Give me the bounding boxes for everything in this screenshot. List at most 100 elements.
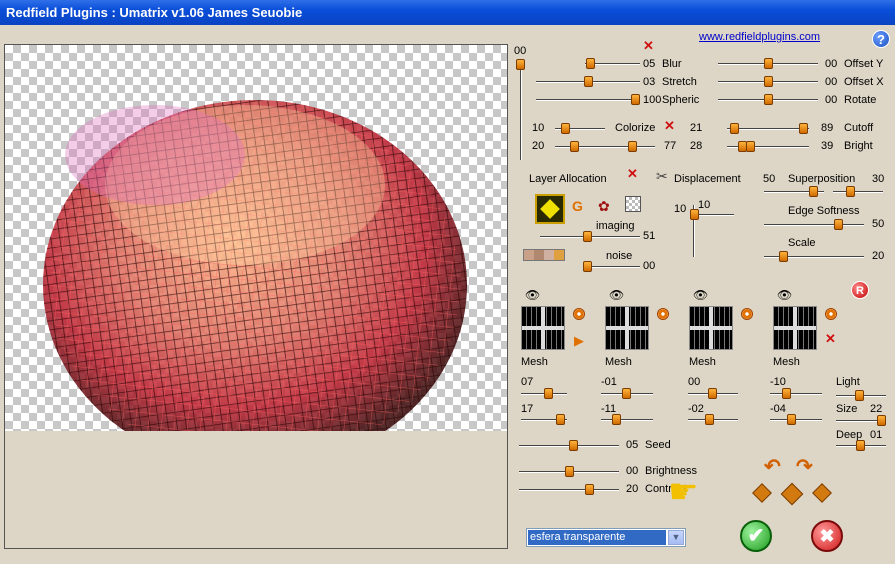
layer-pattern-icon[interactable] — [535, 194, 565, 224]
scale-label: Scale — [788, 237, 816, 249]
blur-label: Blur — [662, 58, 682, 70]
edge-softness-value: 50 — [872, 218, 885, 230]
bright-slider-thumb-2[interactable] — [746, 141, 755, 152]
colorize-top-slider-thumb[interactable] — [561, 123, 570, 134]
brightness-slider-thumb[interactable] — [565, 466, 574, 477]
mesh-slider-2-4-thumb[interactable] — [787, 414, 796, 425]
seed-label: Seed — [645, 439, 671, 451]
stretch-slider-thumb[interactable] — [584, 76, 593, 87]
offset-y-slider-thumb[interactable] — [764, 58, 773, 69]
colorize-bottom-slider-thumb-1[interactable] — [570, 141, 579, 152]
noise-slider-thumb[interactable] — [583, 261, 592, 272]
brightness-value: 00 — [626, 465, 639, 477]
mesh-value-2-3: -02 — [688, 403, 704, 415]
colorize-bottom-slider-thumb-2[interactable] — [628, 141, 637, 152]
mesh-option-icon-1[interactable] — [573, 308, 585, 320]
help-button[interactable]: ? — [872, 30, 890, 48]
stretch-label: Stretch — [662, 76, 697, 88]
stretch-value: 03 — [643, 76, 656, 88]
size-slider-thumb[interactable] — [877, 415, 886, 426]
spheric-slider-thumb[interactable] — [631, 94, 640, 105]
contrast-value: 20 — [626, 483, 639, 495]
visibility-eye-icon-3[interactable]: 👁 — [693, 288, 708, 302]
noise-swatch[interactable] — [523, 249, 565, 261]
mesh-option-icon-3[interactable] — [741, 308, 753, 320]
cancel-button[interactable]: ✖ — [811, 520, 843, 552]
visibility-eye-icon-4[interactable]: 👁 — [777, 288, 792, 302]
refresh-icon[interactable]: G — [572, 198, 583, 214]
mesh-option-icon-4[interactable] — [825, 308, 837, 320]
mesh-slider-2-3-thumb[interactable] — [705, 414, 714, 425]
reset-button[interactable]: R — [851, 281, 869, 299]
undo-arrow-icon[interactable]: ↶ — [764, 454, 781, 479]
rotate-slider-thumb[interactable] — [764, 94, 773, 105]
website-link[interactable]: www.redfieldplugins.com — [699, 31, 820, 43]
edge-softness-slider-track[interactable] — [764, 224, 864, 226]
contrast-slider-thumb[interactable] — [585, 484, 594, 495]
bright-value: 39 — [821, 140, 834, 152]
blur-slider-thumb[interactable] — [586, 58, 595, 69]
spheric-value: 100 — [643, 94, 662, 106]
spheric-slider-track[interactable] — [536, 99, 640, 101]
mesh-label-1: Mesh — [521, 356, 548, 368]
ok-button[interactable]: ✔ — [740, 520, 772, 552]
play-arrow-icon[interactable]: ▶ — [574, 333, 584, 349]
superposition-slider-left-thumb[interactable] — [809, 186, 818, 197]
sphere-preview-image — [43, 100, 467, 431]
visibility-eye-icon-2[interactable]: 👁 — [609, 288, 624, 302]
vertical-slider-thumb[interactable] — [516, 59, 525, 70]
offset-x-slider-thumb[interactable] — [764, 76, 773, 87]
mesh-slider-1-4-thumb[interactable] — [782, 388, 791, 399]
mesh-thumbnail-1[interactable] — [521, 306, 565, 350]
mesh-slider-1-1-thumb[interactable] — [544, 388, 553, 399]
scale-slider-thumb[interactable] — [779, 251, 788, 262]
flower-icon[interactable]: ✿ — [598, 198, 610, 215]
close-x-icon[interactable]: ✕ — [643, 38, 654, 54]
mesh-slider-2-2-thumb[interactable] — [612, 414, 621, 425]
mesh-slider-1-4-track[interactable] — [770, 393, 822, 395]
mesh-close-icon[interactable]: ✕ — [825, 331, 836, 347]
redo-arrow-icon[interactable]: ↷ — [796, 454, 813, 479]
displacement-thumb[interactable] — [690, 209, 699, 220]
mesh-thumbnail-4[interactable] — [773, 306, 817, 350]
mesh-option-icon-2[interactable] — [657, 308, 669, 320]
superposition-label: Superposition — [788, 173, 856, 185]
mesh-thumbnail-3[interactable] — [689, 306, 733, 350]
mesh-slider-2-4-track[interactable] — [770, 419, 822, 421]
light-slider-thumb[interactable] — [855, 390, 864, 401]
mesh-slider-2-2-track[interactable] — [601, 419, 653, 421]
mesh-slider-1-2-thumb[interactable] — [622, 388, 631, 399]
preset-dropdown[interactable]: esfera transparente ▼ — [526, 528, 686, 547]
mesh-label-3: Mesh — [689, 356, 716, 368]
vertical-slider-value: 00 — [514, 45, 527, 57]
cutoff-left-bottom-value: 28 — [690, 140, 703, 152]
preview-area[interactable] — [4, 44, 508, 549]
edge-softness-slider-thumb[interactable] — [834, 219, 843, 230]
chevron-down-icon[interactable]: ▼ — [668, 530, 684, 545]
vertical-slider-track[interactable] — [520, 62, 522, 160]
mesh-thumbnail-2[interactable] — [605, 306, 649, 350]
mesh-slider-2-1-thumb[interactable] — [556, 414, 565, 425]
rotate-label: Rotate — [844, 94, 877, 106]
cutoff-slider-thumb-1[interactable] — [730, 123, 739, 134]
superposition-slider-right-track[interactable] — [833, 191, 883, 193]
contrast-slider-track[interactable] — [519, 489, 619, 491]
imaging-slider-thumb[interactable] — [583, 231, 592, 242]
seed-slider-thumb[interactable] — [569, 440, 578, 451]
mesh-value-2-1: 17 — [521, 403, 534, 415]
mesh-label-4: Mesh — [773, 356, 800, 368]
cutoff-slider-thumb-2[interactable] — [799, 123, 808, 134]
mesh-slider-1-3-thumb[interactable] — [708, 388, 717, 399]
transparency-icon[interactable] — [625, 196, 641, 212]
size-label: Size — [836, 403, 858, 415]
visibility-eye-icon-1[interactable]: 👁 — [525, 288, 540, 302]
imaging-value: 51 — [643, 230, 656, 242]
colorize-close-icon[interactable]: ✕ — [664, 118, 675, 134]
cutoff-slider-track[interactable] — [727, 128, 809, 130]
scissors-icon[interactable]: ✂ — [656, 168, 668, 185]
noise-value: 00 — [643, 260, 656, 272]
deep-slider-thumb[interactable] — [856, 440, 865, 451]
superposition-slider-right-thumb[interactable] — [846, 186, 855, 197]
layer-allocation-close-icon[interactable]: ✕ — [627, 166, 638, 182]
offset-y-label: Offset Y — [844, 58, 884, 70]
